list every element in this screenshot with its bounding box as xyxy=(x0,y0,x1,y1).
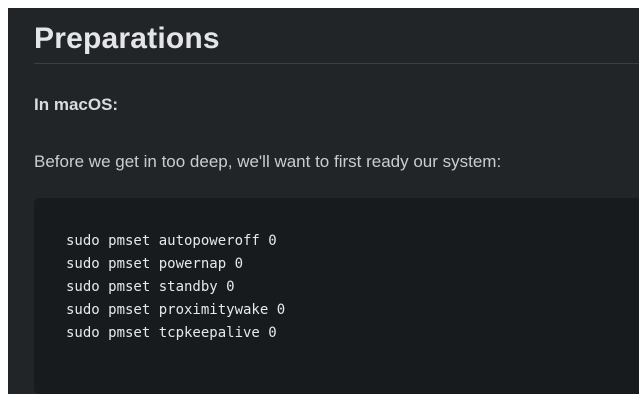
page: Preparations In macOS: Before we get in … xyxy=(0,0,639,394)
code-line[interactable]: sudo pmset proximitywake 0 xyxy=(66,299,285,322)
code-line[interactable]: sudo pmset powernap 0 xyxy=(66,253,285,276)
heading-divider xyxy=(34,63,639,64)
code-line[interactable]: sudo pmset tcpkeepalive 0 xyxy=(66,322,285,345)
code-line[interactable]: sudo pmset autopoweroff 0 xyxy=(66,230,285,253)
article-panel: Preparations In macOS: Before we get in … xyxy=(8,8,639,394)
code-line[interactable]: sudo pmset standby 0 xyxy=(66,276,285,299)
os-subheading: In macOS: xyxy=(34,95,119,114)
code-lines: sudo pmset autopoweroff 0 sudo pmset pow… xyxy=(66,230,285,345)
intro-paragraph: Before we get in too deep, we'll want to… xyxy=(34,152,502,171)
section-heading: Preparations xyxy=(34,22,220,55)
code-block[interactable]: sudo pmset autopoweroff 0 sudo pmset pow… xyxy=(34,198,639,394)
